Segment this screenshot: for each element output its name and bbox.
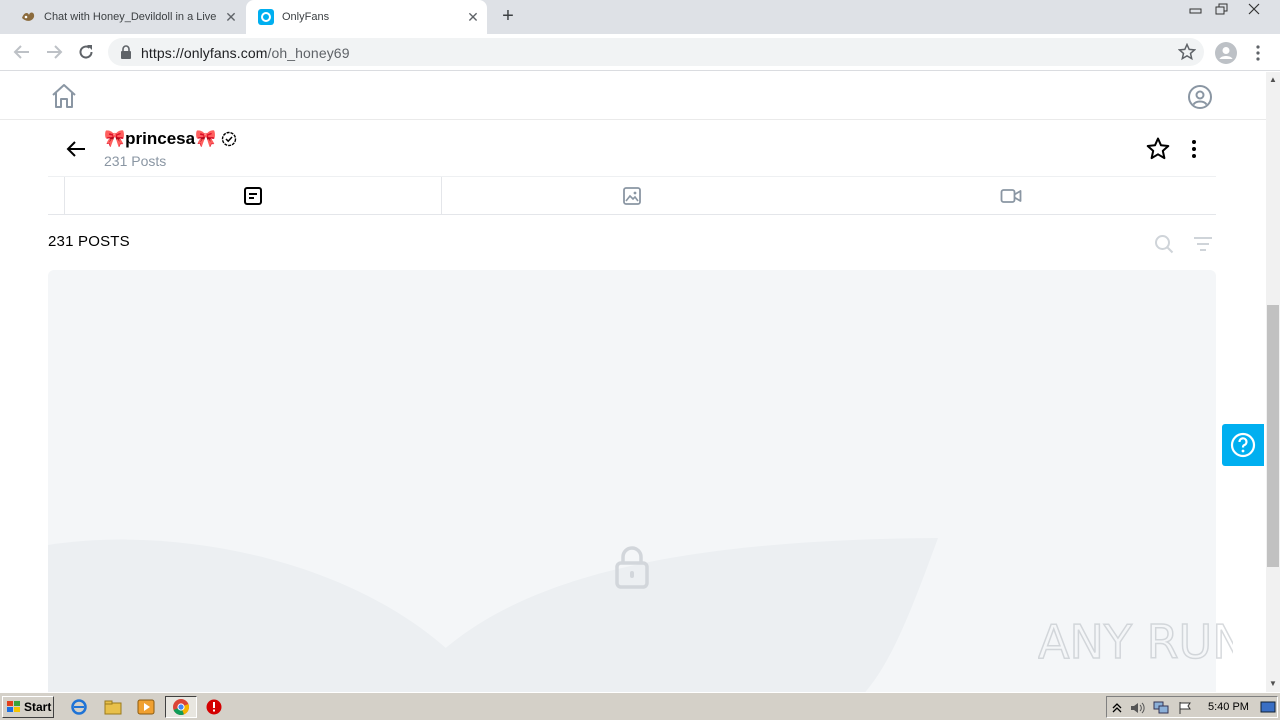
star-icon[interactable] (1145, 136, 1171, 162)
volume-icon[interactable] (1129, 701, 1145, 715)
tray-expand-icon[interactable] (1112, 701, 1122, 713)
home-icon[interactable] (50, 82, 78, 110)
back-nav-button[interactable] (10, 40, 34, 64)
windows-taskbar: Start 5:40 PM (0, 692, 1280, 720)
taskbar-clock[interactable]: 5:40 PM (1208, 701, 1249, 713)
reload-button[interactable] (74, 40, 98, 64)
user-icon[interactable] (1186, 83, 1214, 111)
browser-tab-onlyfans[interactable]: OnlyFans ✕ (246, 0, 487, 34)
forward-nav-button[interactable] (42, 40, 66, 64)
page-content: 🎀princesa🎀 231 Posts 231 POSTS (0, 72, 1266, 692)
verified-icon (222, 131, 237, 147)
posts-toolbar: 231 POSTS (48, 233, 1216, 255)
posts-tab-icon (244, 187, 262, 205)
browser-toolbar: https://onlyfans.com/oh_honey69 (0, 34, 1280, 71)
stop-app-icon[interactable] (205, 698, 223, 716)
start-button[interactable]: Start (2, 696, 54, 718)
browser-tab-strip: Chat with Honey_Devildoll in a Live A ✕ … (0, 0, 1280, 34)
minimize-button[interactable] (1183, 0, 1209, 18)
tab-title: OnlyFans (282, 11, 330, 23)
padlock-icon (121, 45, 131, 59)
network-icon[interactable] (1153, 701, 1169, 715)
show-desktop-icon[interactable] (1260, 700, 1276, 714)
system-tray (1106, 696, 1278, 718)
videos-tab-icon (1000, 189, 1021, 203)
posts-heading: 231 POSTS (48, 233, 130, 250)
browser-profile-avatar[interactable] (1215, 42, 1237, 64)
address-url: https://onlyfans.com/oh_honey69 (141, 45, 350, 61)
scroll-up-arrow[interactable]: ▲ (1266, 73, 1280, 87)
close-window-icon (1248, 3, 1260, 15)
anyrun-watermark: ANY RUN (1038, 614, 1233, 670)
arrow-right-icon (47, 45, 63, 59)
media-player-icon[interactable] (137, 698, 155, 716)
chrome-taskbar-button[interactable] (165, 696, 197, 718)
search-icon[interactable] (1153, 233, 1175, 255)
more-icon[interactable] (1184, 136, 1204, 162)
lock-icon (615, 546, 649, 589)
start-label: Start (24, 700, 52, 714)
address-bar[interactable]: https://onlyfans.com/oh_honey69 (108, 38, 1204, 66)
scroll-down-arrow[interactable]: ▼ (1266, 677, 1280, 691)
bookmark-star-icon[interactable] (1178, 43, 1196, 61)
file-explorer-icon[interactable] (104, 698, 122, 716)
posts-count-subtitle: 231 Posts (104, 153, 167, 169)
tab-videos[interactable] (821, 177, 1200, 215)
reload-icon (79, 45, 93, 59)
close-window-button[interactable] (1241, 0, 1267, 18)
tab-title: Chat with Honey_Devildoll in a Live A (44, 11, 219, 23)
browser-tab-chat[interactable]: Chat with Honey_Devildoll in a Live A ✕ (8, 0, 245, 34)
chrome-icon (173, 699, 189, 715)
scrollbar-thumb[interactable] (1267, 305, 1279, 567)
minimize-icon (1189, 8, 1202, 14)
tab-posts[interactable] (64, 177, 442, 215)
watermark-text: ANY RUN (1038, 615, 1233, 669)
close-tab-icon[interactable]: ✕ (223, 9, 239, 25)
person-icon (1219, 47, 1233, 59)
browser-menu-icon[interactable] (1250, 44, 1266, 62)
profile-name-text: 🎀princesa🎀 (104, 129, 217, 148)
site-header (0, 72, 1266, 120)
restore-icon (1215, 3, 1228, 15)
help-icon (1230, 432, 1256, 458)
onlyfans-favicon-icon (258, 9, 274, 25)
photos-tab-icon (622, 187, 641, 205)
content-tabs (48, 176, 1216, 215)
profile-name: 🎀princesa🎀 (104, 129, 237, 149)
new-tab-button[interactable]: + (498, 6, 518, 27)
sort-icon[interactable] (1192, 233, 1214, 255)
restore-button[interactable] (1209, 0, 1235, 18)
profile-header: 🎀princesa🎀 231 Posts (0, 120, 1266, 176)
close-tab-icon[interactable]: ✕ (465, 9, 481, 25)
windows-logo-icon (7, 701, 20, 712)
arrow-left-icon (13, 45, 29, 59)
url-host: https://onlyfans.com (141, 45, 268, 61)
tab-photos[interactable] (442, 177, 821, 215)
tab-favicon-icon (22, 12, 35, 21)
url-path: /oh_honey69 (267, 45, 350, 61)
back-icon[interactable] (64, 137, 88, 161)
action-center-flag-icon[interactable] (1177, 701, 1193, 715)
internet-explorer-icon[interactable] (70, 698, 88, 716)
help-button[interactable] (1222, 424, 1264, 466)
